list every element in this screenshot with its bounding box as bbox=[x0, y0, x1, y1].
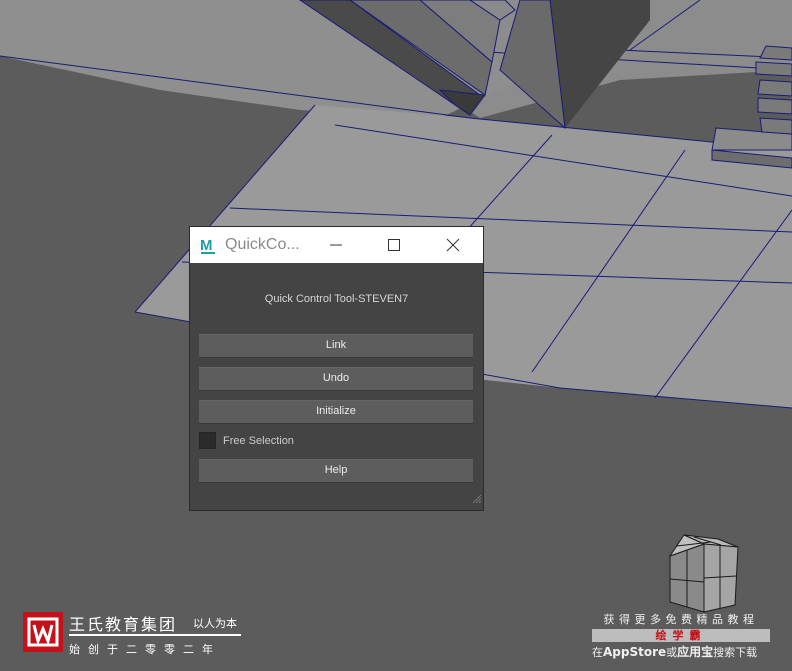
title-bar[interactable]: M QuickCo... bbox=[190, 227, 483, 263]
minimize-button[interactable] bbox=[307, 227, 365, 263]
watermark-founded: 始创于二零零二年 bbox=[69, 643, 221, 656]
maya-app-icon: M bbox=[199, 235, 219, 255]
quickcontrol-dialog: M QuickCo... Quick Control Tool-STEVEN7 … bbox=[190, 227, 483, 510]
window-title: QuickCo... bbox=[225, 236, 300, 253]
help-button[interactable]: Help bbox=[199, 459, 473, 482]
maximize-button[interactable] bbox=[365, 227, 423, 263]
huixueba-watermark: 获得更多免费精品教程 绘学霸 在AppStore或应用宝搜索下载 bbox=[592, 611, 770, 660]
dialog-content: Quick Control Tool-STEVEN7 Link Undo Ini… bbox=[190, 263, 483, 510]
watermark-promo: 获得更多免费精品教程 bbox=[603, 613, 759, 626]
svg-text:M: M bbox=[200, 237, 213, 254]
maximize-icon bbox=[388, 239, 400, 251]
close-icon bbox=[446, 238, 460, 252]
watermark-brand: 绘学霸 bbox=[592, 629, 770, 642]
free-selection-checkbox[interactable] bbox=[199, 432, 216, 449]
minimize-icon bbox=[330, 244, 342, 246]
view-cube bbox=[668, 534, 739, 613]
watermark-divider bbox=[69, 634, 241, 636]
close-button[interactable] bbox=[424, 227, 482, 263]
wangshi-logo bbox=[23, 612, 63, 652]
link-button[interactable]: Link bbox=[199, 334, 473, 357]
free-selection-label: Free Selection bbox=[223, 434, 294, 447]
watermark-company-name: 王氏教育集团 bbox=[69, 615, 178, 634]
resize-grip-icon[interactable] bbox=[472, 491, 482, 509]
watermark-slogan: 以人为本 bbox=[193, 617, 237, 630]
tool-title: Quick Control Tool-STEVEN7 bbox=[264, 293, 409, 305]
initialize-button[interactable]: Initialize bbox=[199, 400, 473, 423]
watermark-download-hint: 在AppStore或应用宝搜索下载 bbox=[592, 645, 758, 659]
undo-button[interactable]: Undo bbox=[199, 367, 473, 390]
free-selection-row[interactable]: Free Selection bbox=[199, 432, 294, 449]
